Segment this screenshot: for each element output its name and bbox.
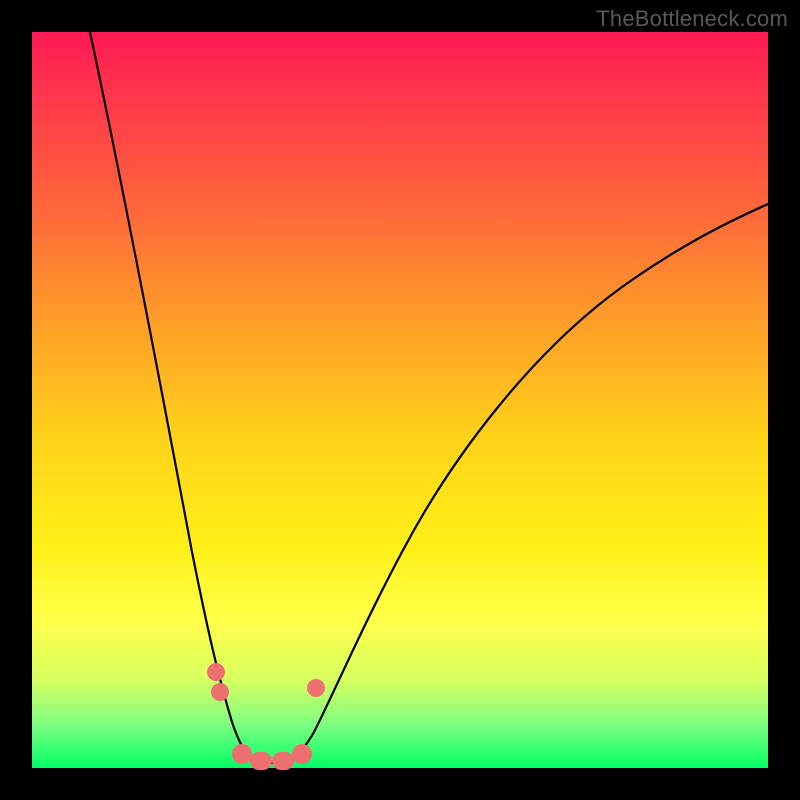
- gradient-plot-area: [32, 32, 768, 768]
- marker-valley-left: [232, 744, 252, 764]
- marker-valley-midleft: [250, 752, 272, 770]
- marker-left-cluster-top: [207, 663, 225, 681]
- watermark-text: TheBottleneck.com: [596, 6, 788, 32]
- bottleneck-curve: [90, 32, 768, 763]
- marker-valley-mid: [272, 752, 294, 770]
- marker-right-cluster-top: [307, 679, 325, 697]
- marker-valley-right: [292, 744, 312, 764]
- marker-left-cluster-mid: [211, 683, 229, 701]
- curve-svg: [32, 32, 768, 768]
